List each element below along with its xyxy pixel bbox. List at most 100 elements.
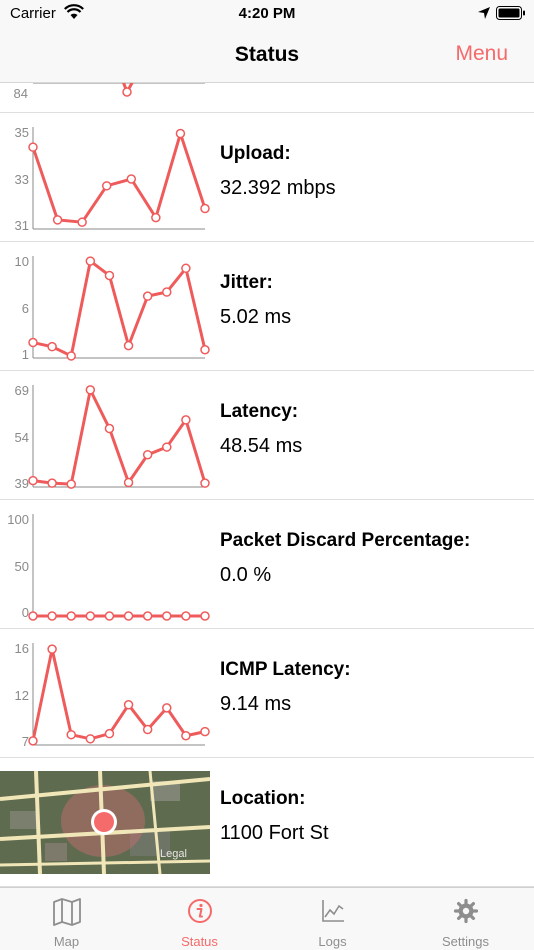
data-point bbox=[28, 736, 38, 746]
location-title: Location: bbox=[220, 788, 306, 809]
metric-title: Jitter: bbox=[220, 272, 273, 293]
data-point bbox=[181, 611, 191, 621]
latency-chart: 69 54 39 bbox=[15, 383, 210, 491]
page-title: Status bbox=[234, 43, 300, 66]
y-tick-label: 16 bbox=[15, 641, 29, 656]
data-point bbox=[101, 181, 112, 191]
data-point bbox=[104, 728, 115, 739]
metric-title: Latency: bbox=[220, 401, 299, 422]
map-legal-label[interactable]: Legal bbox=[160, 848, 187, 860]
y-tick-label: 100 bbox=[7, 512, 29, 527]
metric-value: 32.392 mbps bbox=[220, 177, 336, 199]
nav-bar: Status Menu bbox=[0, 30, 534, 83]
data-point bbox=[142, 724, 153, 735]
location-arrow-icon bbox=[477, 6, 491, 25]
data-point bbox=[142, 449, 153, 460]
data-point bbox=[123, 700, 134, 710]
tab-label: Logs bbox=[318, 934, 347, 949]
metric-row-upload[interactable]: 35 33 31 Upload: 32.392 mbps bbox=[0, 113, 534, 242]
data-point bbox=[151, 212, 161, 223]
chart-icon bbox=[320, 898, 346, 929]
series-line bbox=[32, 388, 207, 486]
metric-value: 48.54 ms bbox=[220, 435, 303, 457]
metric-chart: 84 bbox=[14, 83, 205, 101]
data-point bbox=[200, 611, 210, 621]
data-point bbox=[104, 270, 115, 281]
info-icon bbox=[187, 898, 213, 929]
series-line bbox=[31, 647, 206, 742]
data-point bbox=[181, 415, 191, 425]
data-point bbox=[126, 174, 137, 184]
y-tick-label: 12 bbox=[15, 688, 29, 703]
metric-row-icmp-latency[interactable]: 16 12 7 ICMP Latency: 9.14 ms bbox=[0, 629, 534, 758]
series-line bbox=[31, 132, 207, 224]
status-bar: Carrier 4:20 PM bbox=[0, 0, 534, 30]
data-point bbox=[85, 611, 96, 621]
data-point bbox=[123, 340, 134, 351]
menu-button[interactable]: Menu bbox=[455, 42, 508, 66]
series-line bbox=[32, 259, 207, 358]
data-point bbox=[66, 351, 76, 361]
y-tick-label: 54 bbox=[15, 430, 29, 445]
metric-value: 9.14 ms bbox=[220, 693, 292, 715]
data-point bbox=[181, 263, 191, 274]
metric-row-packet-discard[interactable]: 100 50 0 Packet Discard Percentage: 0.0 % bbox=[0, 500, 534, 629]
data-point bbox=[200, 203, 210, 214]
status-list[interactable]: 84 35 33 31 Upload: 32.392 mbps 10 6 1 Jitte… bbox=[0, 83, 534, 887]
tab-logs[interactable]: Logs bbox=[266, 888, 399, 950]
y-tick-label: 50 bbox=[15, 559, 29, 574]
data-point bbox=[162, 611, 172, 621]
metric-value: 0.0 % bbox=[220, 564, 272, 586]
y-tick-label: 35 bbox=[15, 125, 29, 140]
location-address: 1100 Fort St bbox=[220, 822, 329, 844]
data-point bbox=[162, 442, 172, 452]
metric-row-latency[interactable]: 69 54 39 Latency: 48.54 ms bbox=[0, 371, 534, 500]
tab-label: Settings bbox=[442, 934, 489, 949]
data-point bbox=[123, 477, 134, 488]
metric-title: ICMP Latency: bbox=[220, 659, 351, 680]
data-point bbox=[66, 479, 76, 489]
tab-label: Map bbox=[53, 934, 80, 949]
tab-settings[interactable]: Settings bbox=[399, 888, 532, 950]
data-point bbox=[47, 644, 57, 654]
location-row[interactable]: Legal Location: 1100 Fort St bbox=[0, 758, 534, 887]
data-point bbox=[104, 611, 115, 621]
y-tick-label: 33 bbox=[15, 172, 29, 187]
data-point bbox=[47, 478, 57, 488]
map-thumbnail[interactable]: Legal bbox=[0, 771, 210, 874]
battery-icon bbox=[496, 6, 526, 25]
data-point bbox=[181, 730, 191, 741]
y-tick-label: 39 bbox=[15, 476, 29, 491]
metric-title: Upload: bbox=[220, 143, 291, 164]
tab-status[interactable]: Status bbox=[133, 888, 266, 950]
data-point bbox=[28, 611, 38, 621]
data-point bbox=[85, 385, 96, 395]
data-point bbox=[175, 128, 186, 139]
y-tick-label: 0 bbox=[22, 605, 29, 620]
tab-bar: Map Status Logs Settings bbox=[0, 887, 534, 950]
gear-icon bbox=[453, 898, 479, 929]
data-point bbox=[162, 703, 172, 713]
data-point bbox=[28, 475, 38, 486]
upload-chart: 35 33 31 bbox=[15, 125, 210, 233]
y-tick-label: 6 bbox=[22, 301, 29, 316]
map-icon bbox=[52, 898, 82, 931]
tab-label: Status bbox=[181, 934, 218, 949]
data-point bbox=[200, 726, 210, 737]
data-point bbox=[104, 423, 115, 434]
tab-map[interactable]: Map bbox=[0, 888, 133, 950]
data-point bbox=[77, 217, 87, 227]
data-point bbox=[52, 215, 63, 225]
y-tick-label: 10 bbox=[15, 254, 29, 269]
data-point bbox=[47, 611, 57, 621]
y-tick-label: 84 bbox=[14, 86, 28, 101]
data-point bbox=[28, 142, 38, 152]
data-point bbox=[47, 341, 57, 352]
y-tick-label: 7 bbox=[22, 734, 29, 749]
data-point bbox=[162, 287, 172, 297]
y-tick-label: 69 bbox=[15, 383, 29, 398]
data-point bbox=[142, 291, 153, 301]
metric-row-previous: 84 bbox=[0, 83, 534, 113]
metric-title: Packet Discard Percentage: bbox=[220, 530, 471, 551]
metric-row-jitter[interactable]: 10 6 1 Jitter: 5.02 ms bbox=[0, 242, 534, 371]
